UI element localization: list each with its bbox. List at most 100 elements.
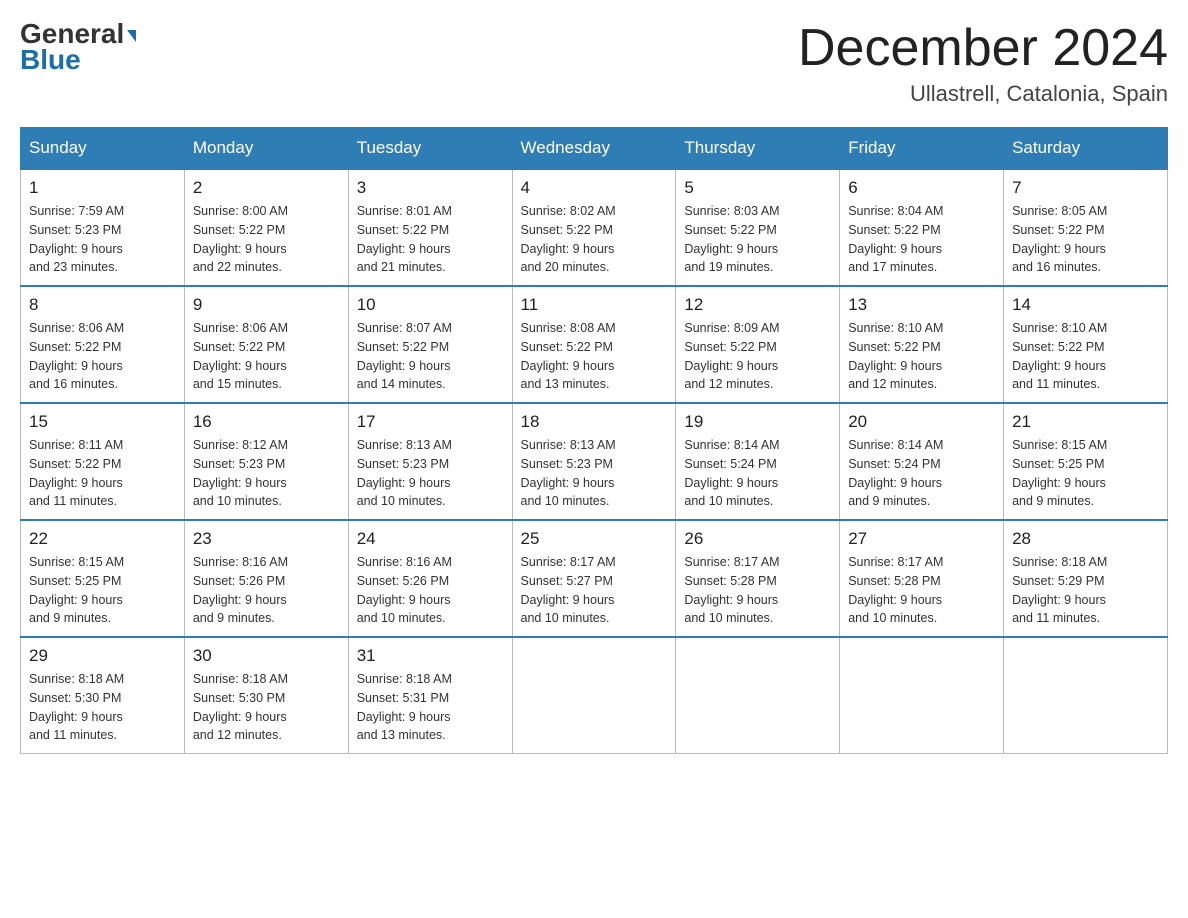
- day-number: 18: [521, 412, 668, 432]
- day-number: 4: [521, 178, 668, 198]
- calendar-cell: [512, 637, 676, 754]
- calendar-cell: 9Sunrise: 8:06 AMSunset: 5:22 PMDaylight…: [184, 286, 348, 403]
- day-number: 15: [29, 412, 176, 432]
- calendar-cell: 14Sunrise: 8:10 AMSunset: 5:22 PMDayligh…: [1004, 286, 1168, 403]
- calendar-cell: 25 Sunrise: 8:17 AMSunset: 5:27 PMDayligh…: [512, 520, 676, 637]
- calendar-cell: 26 Sunrise: 8:17 AMSunset: 5:28 PMDayligh…: [676, 520, 840, 637]
- day-info: Sunrise: 8:16 AMSunset: 5:26 PMDaylight:…: [357, 553, 504, 628]
- calendar-cell: [840, 637, 1004, 754]
- calendar-cell: 30 Sunrise: 8:18 AMSunset: 5:30 PMDayligh…: [184, 637, 348, 754]
- title-section: December 2024 Ullastrell, Catalonia, Spa…: [798, 20, 1168, 107]
- calendar-header-row: SundayMondayTuesdayWednesdayThursdayFrid…: [21, 128, 1168, 170]
- day-info: Sunrise: 8:11 AMSunset: 5:22 PMDaylight:…: [29, 436, 176, 511]
- calendar-cell: 2 Sunrise: 8:00 AMSunset: 5:22 PMDaylight…: [184, 169, 348, 286]
- day-info: Sunrise: 8:02 AMSunset: 5:22 PMDaylight:…: [521, 202, 668, 277]
- calendar-cell: 29 Sunrise: 8:18 AMSunset: 5:30 PMDayligh…: [21, 637, 185, 754]
- day-number: 23: [193, 529, 340, 549]
- day-number: 14: [1012, 295, 1159, 315]
- day-number: 21: [1012, 412, 1159, 432]
- day-number: 20: [848, 412, 995, 432]
- day-info: Sunrise: 8:17 AMSunset: 5:27 PMDaylight:…: [521, 553, 668, 628]
- day-info: Sunrise: 8:14 AMSunset: 5:24 PMDaylight:…: [684, 436, 831, 511]
- calendar-cell: 4 Sunrise: 8:02 AMSunset: 5:22 PMDaylight…: [512, 169, 676, 286]
- day-number: 2: [193, 178, 340, 198]
- calendar-week-row: 29 Sunrise: 8:18 AMSunset: 5:30 PMDayligh…: [21, 637, 1168, 754]
- day-number: 30: [193, 646, 340, 666]
- calendar-cell: 24Sunrise: 8:16 AMSunset: 5:26 PMDayligh…: [348, 520, 512, 637]
- day-info: Sunrise: 8:17 AMSunset: 5:28 PMDaylight:…: [848, 553, 995, 628]
- calendar-cell: 7 Sunrise: 8:05 AMSunset: 5:22 PMDaylight…: [1004, 169, 1168, 286]
- day-number: 3: [357, 178, 504, 198]
- day-info: Sunrise: 8:13 AMSunset: 5:23 PMDaylight:…: [521, 436, 668, 511]
- day-number: 1: [29, 178, 176, 198]
- day-info: Sunrise: 8:18 AMSunset: 5:30 PMDaylight:…: [193, 670, 340, 745]
- day-number: 10: [357, 295, 504, 315]
- logo: General Blue: [20, 20, 136, 76]
- calendar-week-row: 8 Sunrise: 8:06 AMSunset: 5:22 PMDaylight…: [21, 286, 1168, 403]
- calendar-cell: 17Sunrise: 8:13 AMSunset: 5:23 PMDayligh…: [348, 403, 512, 520]
- day-number: 6: [848, 178, 995, 198]
- calendar-cell: 13Sunrise: 8:10 AMSunset: 5:22 PMDayligh…: [840, 286, 1004, 403]
- calendar-cell: 8 Sunrise: 8:06 AMSunset: 5:22 PMDaylight…: [21, 286, 185, 403]
- calendar-cell: 1 Sunrise: 7:59 AMSunset: 5:23 PMDaylight…: [21, 169, 185, 286]
- day-number: 8: [29, 295, 176, 315]
- weekday-header: Sunday: [21, 128, 185, 170]
- calendar-cell: 20Sunrise: 8:14 AMSunset: 5:24 PMDayligh…: [840, 403, 1004, 520]
- day-info: Sunrise: 8:03 AMSunset: 5:22 PMDaylight:…: [684, 202, 831, 277]
- day-info: Sunrise: 8:10 AMSunset: 5:22 PMDaylight:…: [848, 319, 995, 394]
- day-info: Sunrise: 8:12 AMSunset: 5:23 PMDaylight:…: [193, 436, 340, 511]
- calendar-week-row: 22 Sunrise: 8:15 AMSunset: 5:25 PMDayligh…: [21, 520, 1168, 637]
- calendar-cell: 31Sunrise: 8:18 AMSunset: 5:31 PMDayligh…: [348, 637, 512, 754]
- day-number: 11: [521, 295, 668, 315]
- calendar-table: SundayMondayTuesdayWednesdayThursdayFrid…: [20, 127, 1168, 754]
- day-info: Sunrise: 8:08 AMSunset: 5:22 PMDaylight:…: [521, 319, 668, 394]
- weekday-header: Tuesday: [348, 128, 512, 170]
- calendar-cell: [1004, 637, 1168, 754]
- day-info: Sunrise: 7:59 AMSunset: 5:23 PMDaylight:…: [29, 202, 176, 277]
- day-number: 26: [684, 529, 831, 549]
- weekday-header: Wednesday: [512, 128, 676, 170]
- calendar-cell: 3 Sunrise: 8:01 AMSunset: 5:22 PMDaylight…: [348, 169, 512, 286]
- day-number: 22: [29, 529, 176, 549]
- day-info: Sunrise: 8:18 AMSunset: 5:30 PMDaylight:…: [29, 670, 176, 745]
- day-number: 19: [684, 412, 831, 432]
- calendar-cell: 15 Sunrise: 8:11 AMSunset: 5:22 PMDayligh…: [21, 403, 185, 520]
- day-number: 7: [1012, 178, 1159, 198]
- calendar-body: 1 Sunrise: 7:59 AMSunset: 5:23 PMDaylight…: [21, 169, 1168, 754]
- day-info: Sunrise: 8:05 AMSunset: 5:22 PMDaylight:…: [1012, 202, 1159, 277]
- subtitle: Ullastrell, Catalonia, Spain: [798, 81, 1168, 107]
- page-header: General Blue December 2024 Ullastrell, C…: [20, 20, 1168, 107]
- calendar-week-row: 1 Sunrise: 7:59 AMSunset: 5:23 PMDaylight…: [21, 169, 1168, 286]
- day-info: Sunrise: 8:07 AMSunset: 5:22 PMDaylight:…: [357, 319, 504, 394]
- calendar-week-row: 15 Sunrise: 8:11 AMSunset: 5:22 PMDayligh…: [21, 403, 1168, 520]
- day-info: Sunrise: 8:18 AMSunset: 5:29 PMDaylight:…: [1012, 553, 1159, 628]
- calendar-cell: 21 Sunrise: 8:15 AMSunset: 5:25 PMDayligh…: [1004, 403, 1168, 520]
- day-info: Sunrise: 8:06 AMSunset: 5:22 PMDaylight:…: [193, 319, 340, 394]
- day-number: 25: [521, 529, 668, 549]
- day-info: Sunrise: 8:17 AMSunset: 5:28 PMDaylight:…: [684, 553, 831, 628]
- day-info: Sunrise: 8:15 AMSunset: 5:25 PMDaylight:…: [29, 553, 176, 628]
- weekday-header: Monday: [184, 128, 348, 170]
- calendar-cell: 27 Sunrise: 8:17 AMSunset: 5:28 PMDayligh…: [840, 520, 1004, 637]
- calendar-cell: 22 Sunrise: 8:15 AMSunset: 5:25 PMDayligh…: [21, 520, 185, 637]
- day-info: Sunrise: 8:18 AMSunset: 5:31 PMDaylight:…: [357, 670, 504, 745]
- day-number: 17: [357, 412, 504, 432]
- calendar-cell: 16 Sunrise: 8:12 AMSunset: 5:23 PMDayligh…: [184, 403, 348, 520]
- day-info: Sunrise: 8:15 AMSunset: 5:25 PMDaylight:…: [1012, 436, 1159, 511]
- page-title: December 2024: [798, 20, 1168, 77]
- calendar-cell: 6 Sunrise: 8:04 AMSunset: 5:22 PMDaylight…: [840, 169, 1004, 286]
- day-number: 27: [848, 529, 995, 549]
- calendar-cell: 18 Sunrise: 8:13 AMSunset: 5:23 PMDayligh…: [512, 403, 676, 520]
- day-number: 29: [29, 646, 176, 666]
- calendar-cell: 19 Sunrise: 8:14 AMSunset: 5:24 PMDayligh…: [676, 403, 840, 520]
- day-info: Sunrise: 8:01 AMSunset: 5:22 PMDaylight:…: [357, 202, 504, 277]
- day-info: Sunrise: 8:00 AMSunset: 5:22 PMDaylight:…: [193, 202, 340, 277]
- day-info: Sunrise: 8:06 AMSunset: 5:22 PMDaylight:…: [29, 319, 176, 394]
- day-number: 16: [193, 412, 340, 432]
- day-info: Sunrise: 8:04 AMSunset: 5:22 PMDaylight:…: [848, 202, 995, 277]
- day-number: 12: [684, 295, 831, 315]
- calendar-cell: 5 Sunrise: 8:03 AMSunset: 5:22 PMDaylight…: [676, 169, 840, 286]
- calendar-cell: 10 Sunrise: 8:07 AMSunset: 5:22 PMDayligh…: [348, 286, 512, 403]
- calendar-cell: 11 Sunrise: 8:08 AMSunset: 5:22 PMDayligh…: [512, 286, 676, 403]
- day-number: 5: [684, 178, 831, 198]
